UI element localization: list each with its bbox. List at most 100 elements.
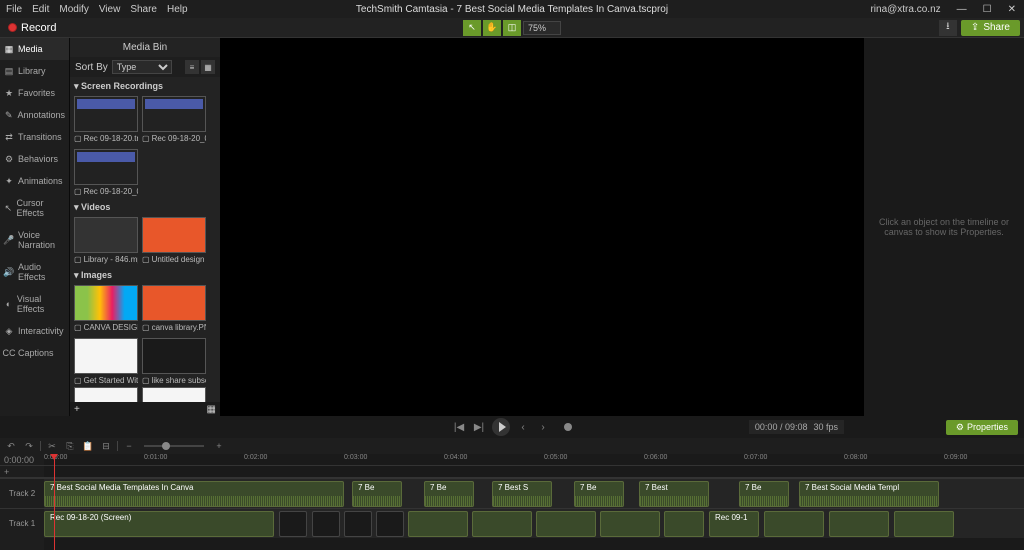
- menu-help[interactable]: Help: [167, 4, 188, 15]
- hand-tool-icon[interactable]: ✋: [483, 20, 501, 36]
- play-button[interactable]: [492, 418, 510, 436]
- share-label: Share: [983, 22, 1010, 33]
- media-item[interactable]: ▢Get Started With...: [74, 338, 138, 387]
- timeline-clip[interactable]: [600, 511, 660, 537]
- sidebar-item-captions[interactable]: CCCaptions: [0, 342, 69, 364]
- media-item[interactable]: ▢like share subscri...: [142, 338, 206, 387]
- sidebar-item-media[interactable]: ▦Media: [0, 38, 69, 60]
- view-grid-icon[interactable]: ▦: [201, 60, 215, 74]
- cursor-tool-icon[interactable]: ↖: [463, 20, 481, 36]
- minimize-icon[interactable]: —: [953, 4, 971, 15]
- timeline-clip[interactable]: 7 Be: [574, 481, 624, 507]
- sidebar-item-behaviors[interactable]: ⚙Behaviors: [0, 148, 69, 170]
- sidebar-item-favorites[interactable]: ★Favorites: [0, 82, 69, 104]
- add-media-icon[interactable]: +: [74, 404, 80, 415]
- bin-view-toggle-icon[interactable]: ▦: [207, 404, 216, 415]
- timeline-clip[interactable]: 7 Be: [424, 481, 474, 507]
- step-back-icon[interactable]: ▶|: [472, 420, 486, 434]
- cut-icon[interactable]: ✂: [45, 440, 59, 452]
- download-icon[interactable]: ⭳: [939, 20, 957, 36]
- paste-icon[interactable]: 📋: [81, 440, 95, 452]
- split-icon[interactable]: ⊟: [99, 440, 113, 452]
- marker-lane[interactable]: [44, 466, 1024, 478]
- menu-file[interactable]: File: [6, 4, 22, 15]
- add-track-button[interactable]: +: [0, 466, 44, 478]
- timeline-clip[interactable]: [408, 511, 468, 537]
- track-1[interactable]: Rec 09-18-20 (Screen) Rec 09-1: [44, 508, 1024, 538]
- bin-section-header[interactable]: ▾ Videos: [74, 198, 216, 217]
- zoom-slider[interactable]: [144, 445, 204, 447]
- preview-canvas[interactable]: [220, 38, 864, 416]
- timeline-clip[interactable]: 7 Be: [739, 481, 789, 507]
- bin-section-header[interactable]: ▾ Screen Recordings: [74, 77, 216, 96]
- maximize-icon[interactable]: ☐: [979, 4, 996, 15]
- prev-frame-icon[interactable]: |◀: [452, 420, 466, 434]
- timeline-clip[interactable]: [764, 511, 824, 537]
- media-item[interactable]: ▢Library - 846.mp4: [74, 217, 138, 266]
- zoom-out-icon[interactable]: −: [122, 440, 136, 452]
- sidebar-item-library[interactable]: ▤Library: [0, 60, 69, 82]
- media-item[interactable]: ▢CANVA DESIGNS...: [74, 285, 138, 334]
- timeline-clip[interactable]: [664, 511, 704, 537]
- timeline-clip[interactable]: [894, 511, 954, 537]
- track-1-header[interactable]: Track 1: [0, 508, 44, 538]
- media-item[interactable]: ▢Rec 09-18-20_002...: [74, 149, 138, 198]
- undo-icon[interactable]: ↶: [4, 440, 18, 452]
- timeline-clip[interactable]: 7 Best Social Media Templates In Canva: [44, 481, 344, 507]
- sidebar-item-audio-effects[interactable]: 🔊Audio Effects: [0, 256, 69, 288]
- copy-icon[interactable]: ⎘: [63, 440, 77, 452]
- zoom-dropdown[interactable]: 75%: [523, 21, 561, 35]
- menu-view[interactable]: View: [99, 4, 121, 15]
- playhead[interactable]: [54, 454, 55, 550]
- clip-label: 7 Best Social Media Templ: [802, 483, 902, 492]
- sidebar-item-voice-narration[interactable]: 🎤Voice Narration: [0, 224, 69, 256]
- timeline-clip[interactable]: Rec 09-1: [709, 511, 759, 537]
- bin-section-header[interactable]: ▾ Images: [74, 266, 216, 285]
- redo-icon[interactable]: ↷: [22, 440, 36, 452]
- timeline: 0:00:00 + Track 2 Track 1 0:00:000:01:00…: [0, 454, 1024, 550]
- timeline-clip[interactable]: [472, 511, 532, 537]
- sort-type-select[interactable]: Type: [112, 60, 172, 74]
- sidebar-item-interactivity[interactable]: ◈Interactivity: [0, 320, 69, 342]
- timeline-clip[interactable]: [536, 511, 596, 537]
- media-item[interactable]: ▢Untitled design (1)...: [142, 217, 206, 266]
- zoom-in-icon[interactable]: +: [212, 440, 226, 452]
- close-icon[interactable]: ✕: [1004, 4, 1020, 15]
- sidebar-item-visual-effects[interactable]: ◐Visual Effects: [0, 288, 69, 320]
- timeline-clip[interactable]: [312, 511, 340, 537]
- timeline-clip[interactable]: 7 Be: [352, 481, 402, 507]
- record-button[interactable]: Record: [0, 22, 64, 34]
- timeline-ruler[interactable]: 0:00:000:01:000:02:000:03:000:04:000:05:…: [44, 454, 1024, 466]
- media-item[interactable]: ▢canva library.PNG: [142, 285, 206, 334]
- properties-button[interactable]: ⚙ Properties: [946, 420, 1018, 435]
- timeline-clip[interactable]: 7 Best Social Media Templ: [799, 481, 939, 507]
- timeline-clip[interactable]: [279, 511, 307, 537]
- timeline-clip[interactable]: [344, 511, 372, 537]
- track-2[interactable]: 7 Best Social Media Templates In Canva 7 …: [44, 478, 1024, 508]
- view-list-icon[interactable]: ≡: [185, 60, 199, 74]
- media-item[interactable]: ▢Rec 09-18-20.trec: [74, 96, 138, 145]
- timeline-clip[interactable]: [376, 511, 404, 537]
- prev-marker-icon[interactable]: ‹: [516, 420, 530, 434]
- track-2-header[interactable]: Track 2: [0, 478, 44, 508]
- timeline-clip[interactable]: 7 Best S: [492, 481, 552, 507]
- timeline-clip[interactable]: Rec 09-18-20 (Screen): [44, 511, 274, 537]
- user-email[interactable]: rina@xtra.co.nz: [866, 4, 944, 15]
- media-item[interactable]: ▢Rec 09-18-20_001...: [142, 96, 206, 145]
- media-bin-content[interactable]: ▾ Screen Recordings▢Rec 09-18-20.trec▢Re…: [70, 77, 220, 402]
- share-button[interactable]: ⇪Share: [961, 20, 1020, 36]
- timeline-tracks[interactable]: 0:00:000:01:000:02:000:03:000:04:000:05:…: [44, 454, 1024, 550]
- sidebar-item-cursor-effects[interactable]: ↖Cursor Effects: [0, 192, 69, 224]
- sidebar-item-transitions[interactable]: ⇄Transitions: [0, 126, 69, 148]
- timeline-clip[interactable]: 7 Best: [639, 481, 709, 507]
- sidebar-item-animations[interactable]: ✦Animations: [0, 170, 69, 192]
- media-type-icon: ▢: [74, 323, 82, 332]
- next-marker-icon[interactable]: ›: [536, 420, 550, 434]
- menu-modify[interactable]: Modify: [59, 4, 88, 15]
- menu-edit[interactable]: Edit: [32, 4, 49, 15]
- crop-tool-icon[interactable]: ◫: [503, 20, 521, 36]
- sidebar-item-annotations[interactable]: ✎Annotations: [0, 104, 69, 126]
- timeline-clip[interactable]: [829, 511, 889, 537]
- menu-share[interactable]: Share: [130, 4, 157, 15]
- top-toolbar: Record ↖ ✋ ◫ 75% ⭳ ⇪Share: [0, 18, 1024, 38]
